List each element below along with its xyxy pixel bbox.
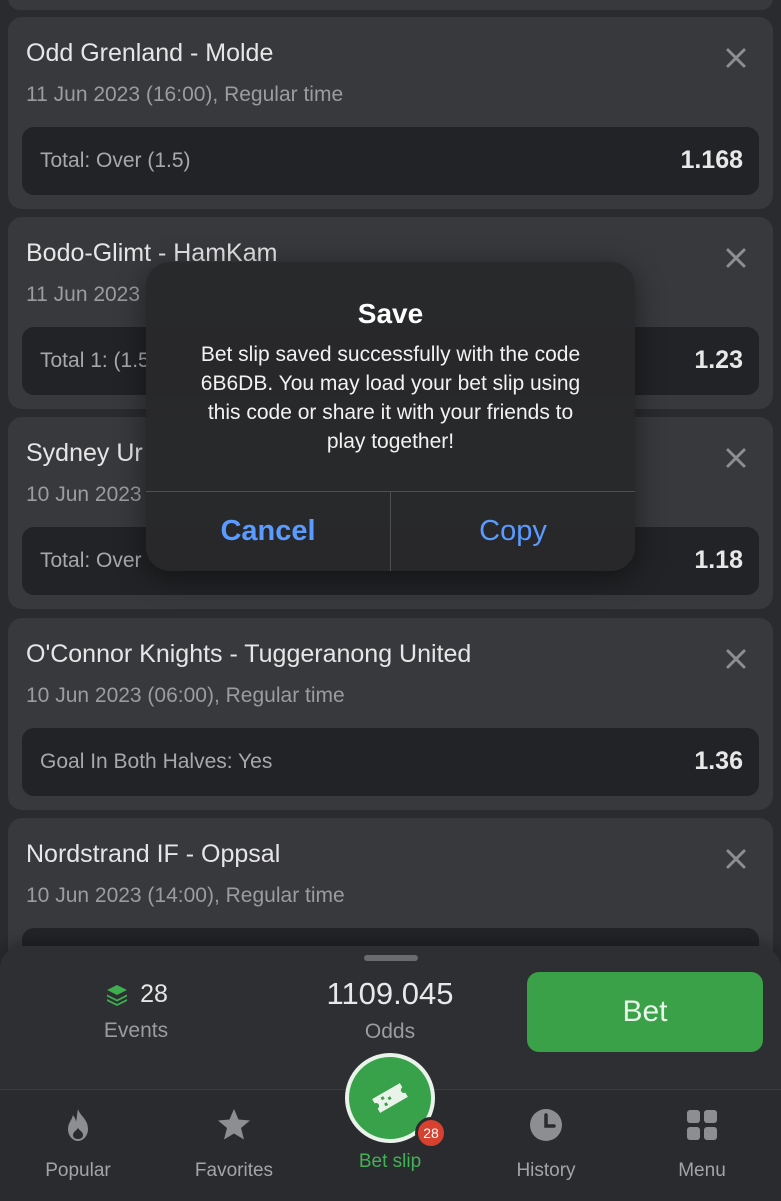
match-title: Sydney Ur [26,439,143,467]
save-dialog: Save Bet slip saved successfully with th… [146,262,635,571]
close-icon[interactable] [721,644,751,674]
tab-label: History [516,1160,576,1181]
selection-odds: 1.168 [680,146,743,174]
tab-label: Bet slip [358,1151,422,1172]
dialog-title: Save [357,298,424,329]
match-date: 11 Jun 2023 (16:00), Regular time [26,83,344,106]
ticket-icon [368,1076,412,1120]
tab-favorites[interactable]: Favorites [164,1104,304,1182]
bet-slip-count-badge: 28 [415,1117,447,1149]
close-icon[interactable] [721,443,751,473]
tab-history[interactable]: History [476,1104,616,1182]
odds-value: 1109.045 [326,976,454,1011]
match-date: 10 Jun 2023 [26,483,142,506]
match-date: 10 Jun 2023 (14:00), Regular time [26,884,345,907]
match-title: Nordstrand IF - Oppsal [26,840,281,868]
events-summary: 28 Events [66,980,206,1043]
cancel-button[interactable]: Cancel [146,492,390,571]
close-icon[interactable] [721,844,751,874]
match-title: Odd Grenland - Molde [26,39,274,67]
match-date: 10 Jun 2023 (06:00), Regular time [26,684,345,707]
close-icon[interactable] [721,43,751,73]
bet-selection[interactable]: Total: Over (1.5) 1.168 [22,127,759,195]
bet-card: O'Connor Knights - Tuggeranong United 10… [8,618,773,810]
events-count: 28 [140,980,168,1008]
total-odds: 1109.045 Odds [300,976,480,1044]
tab-label: Menu [678,1160,726,1181]
selection-label: Total 1: (1.5 [40,349,150,372]
match-title: O'Connor Knights - Tuggeranong United [26,640,472,668]
previous-bet-card-edge [8,0,773,10]
star-icon [164,1104,304,1146]
close-icon[interactable] [721,243,751,273]
dialog-message: Bet slip saved successfully with the cod… [200,343,581,453]
copy-button[interactable]: Copy [391,492,635,571]
layers-icon [104,982,130,1008]
tab-label: Favorites [194,1160,274,1181]
bet-card: Odd Grenland - Molde 11 Jun 2023 (16:00)… [8,17,773,209]
selection-odds: 1.23 [694,346,743,374]
grid-icon [632,1104,772,1146]
selection-label: Total: Over (1.5) [40,149,191,172]
tab-bet-slip[interactable]: 28 Bet slip [320,1053,460,1173]
bet-button[interactable]: Bet [527,972,763,1052]
flame-icon [8,1104,148,1146]
events-label: Events [103,1019,169,1042]
selection-odds: 1.18 [694,546,743,574]
bet-selection[interactable]: Goal In Both Halves: Yes 1.36 [22,728,759,796]
selection-odds: 1.36 [694,747,743,775]
tab-bar: Popular Favorites 28 Bet slip History Me… [0,1053,781,1201]
selection-label: Total: Over [40,549,142,572]
match-date: 11 Jun 2023 [26,283,141,306]
tab-label: Popular [45,1160,111,1181]
selection-label: Goal In Both Halves: Yes [40,750,273,773]
clock-icon [476,1104,616,1146]
tab-menu[interactable]: Menu [632,1104,772,1182]
odds-label: Odds [364,1020,416,1043]
tab-popular[interactable]: Popular [8,1104,148,1182]
drag-handle[interactable] [364,955,418,961]
